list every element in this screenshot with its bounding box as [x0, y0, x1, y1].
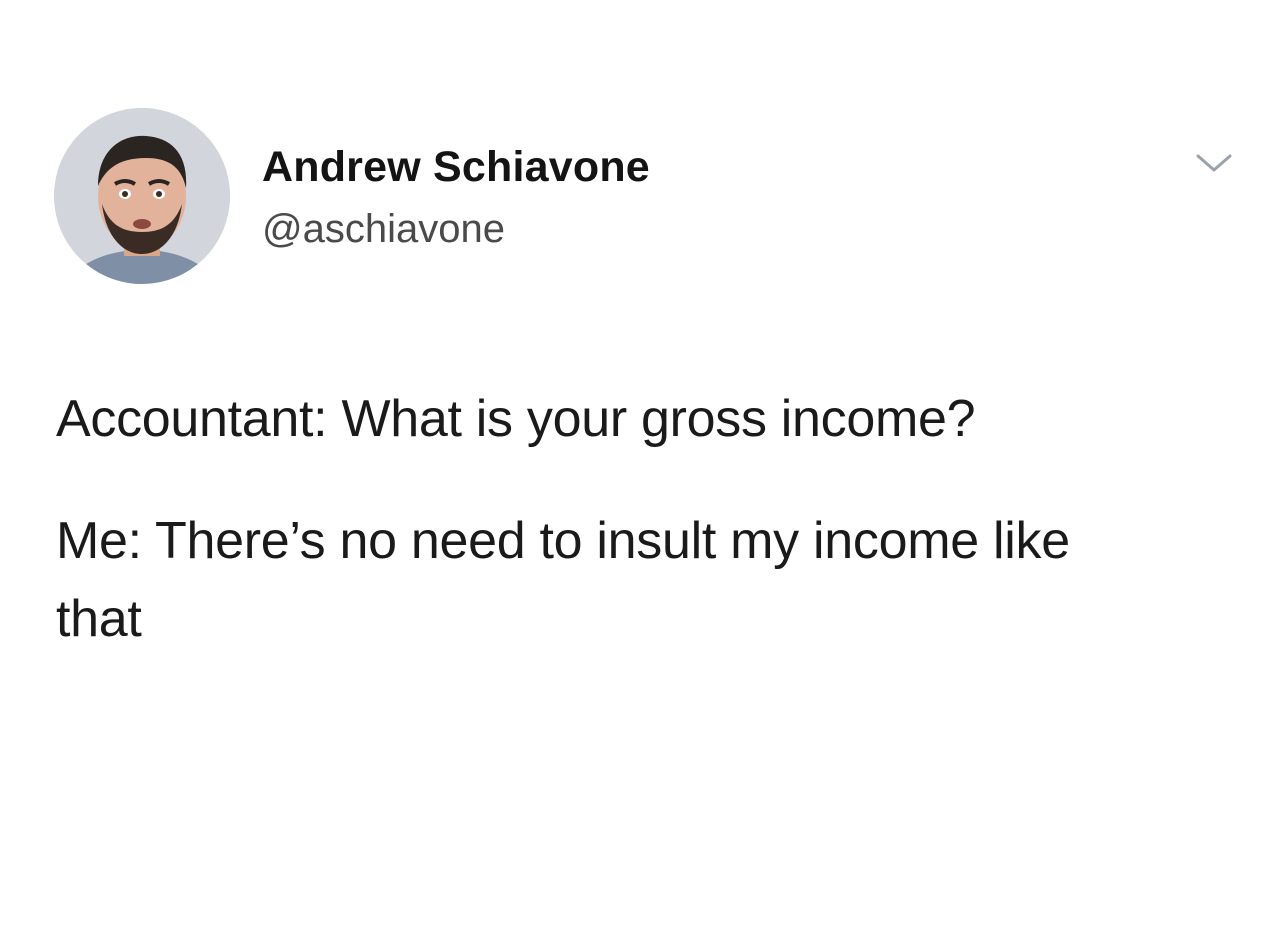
author-display-name[interactable]: Andrew Schiavone: [262, 143, 650, 192]
person-avatar-icon: [54, 108, 230, 284]
avatar[interactable]: [54, 108, 230, 284]
tweet-paragraph: Accountant: What is your gross income?: [56, 390, 976, 448]
tweet-paragraph: Me: There’s no need to insult my income …: [56, 512, 1070, 648]
tweet-card: Andrew Schiavone @aschiavone Accountant:…: [0, 0, 1284, 935]
tweet-text: Accountant: What is your gross income? M…: [56, 380, 1116, 658]
author-handle[interactable]: @aschiavone: [262, 207, 505, 252]
tweet-menu-button[interactable]: [1190, 146, 1238, 180]
chevron-down-icon: [1196, 154, 1232, 172]
